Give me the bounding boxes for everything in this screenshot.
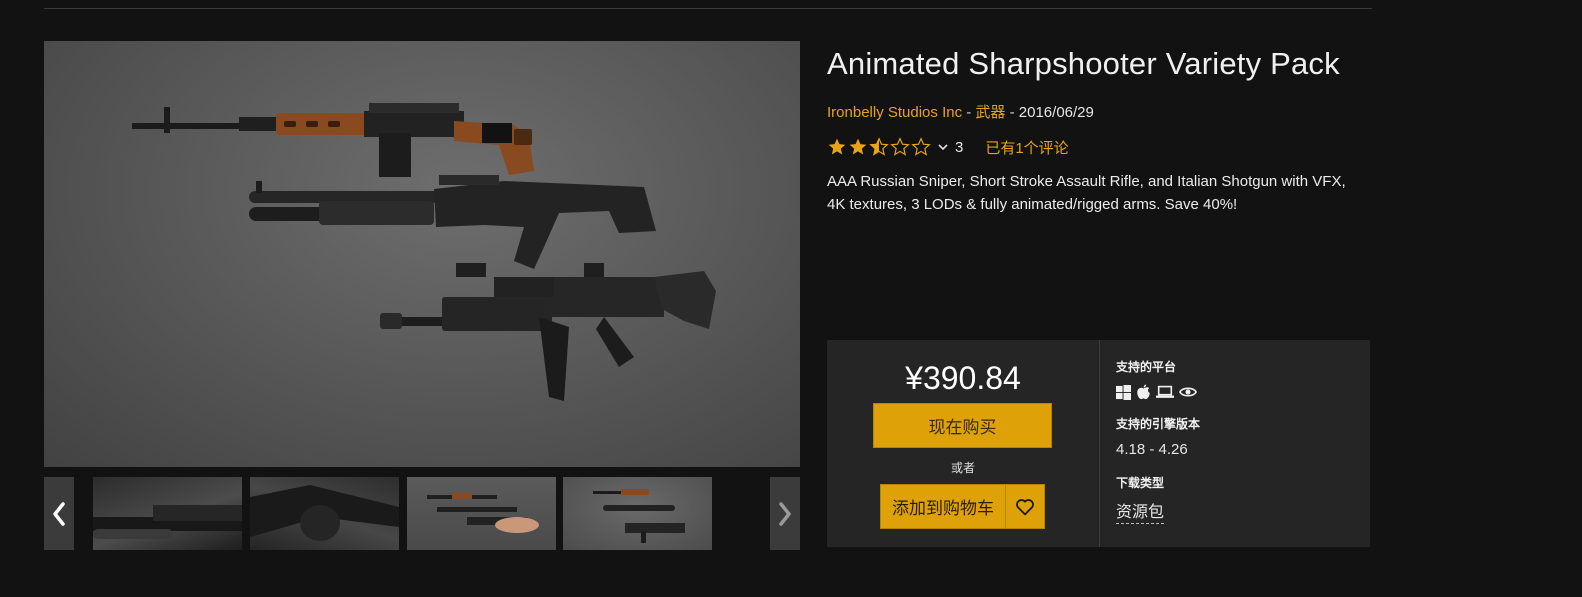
shotgun-illustration (249, 175, 656, 269)
product-hero-image[interactable] (44, 41, 800, 467)
thumbnail-2[interactable] (250, 477, 399, 550)
sniper-rifle-illustration (132, 103, 534, 177)
meta-separator: - (1005, 104, 1019, 121)
add-to-cart-button[interactable]: 添加到购物车 (880, 484, 1006, 529)
top-divider (44, 8, 1372, 9)
download-type-label: 下载类型 (1116, 476, 1165, 490)
panel-divider (1099, 340, 1100, 547)
star-rating[interactable] (827, 137, 931, 157)
gallery-next-button[interactable] (770, 477, 800, 550)
apple-icon (1137, 384, 1150, 400)
gallery-prev-button[interactable] (44, 477, 74, 550)
thumbnail-3[interactable] (407, 477, 556, 550)
product-meta: Ironbelly Studios Inc - 武器 - 2016/06/29 (827, 101, 1094, 122)
rating-count: 3 (955, 138, 964, 156)
category-link[interactable]: 武器 (975, 104, 1005, 121)
heart-icon (1016, 498, 1034, 515)
wishlist-button[interactable] (1005, 484, 1045, 529)
release-date: 2016/06/29 (1018, 104, 1094, 121)
rating-row: 3 已有1个评论 (827, 135, 1069, 159)
thumbnail-2-image (250, 485, 399, 541)
price: ¥390.84 (905, 360, 1021, 396)
eye-icon (1179, 387, 1197, 397)
thumbnail-4-image (593, 489, 685, 543)
product-description: AAA Russian Sniper, Short Stroke Assault… (827, 173, 1346, 213)
purchase-panel: ¥390.84 现在购买 或者 添加到购物车 支持的平台 支持的引擎版本 4.1… (827, 340, 1370, 547)
product-title: Animated Sharpshooter Variety Pack (827, 46, 1340, 81)
windows-icon (1116, 384, 1131, 400)
reviews-link[interactable]: 已有1个评论 (985, 137, 1068, 158)
weapons-illustration (132, 103, 716, 401)
platform-icons (1116, 384, 1197, 400)
meta-separator: - (962, 104, 976, 121)
thumbnail-strip (44, 477, 800, 550)
product-specs: 支持的平台 支持的引擎版本 4.18 - 4.26 下载类型 资源包 (1116, 340, 1366, 547)
thumbnail-1[interactable] (93, 477, 242, 550)
engine-versions-label: 支持的引擎版本 (1116, 417, 1201, 431)
star-full-icon (828, 138, 846, 155)
star-full-icon (849, 138, 867, 155)
engine-versions: 4.18 - 4.26 (1116, 441, 1188, 458)
purchase-actions: ¥390.84 现在购买 或者 添加到购物车 (827, 340, 1099, 547)
chevron-right-icon (779, 501, 791, 526)
or-text: 或者 (950, 461, 975, 475)
star-half-icon (869, 137, 889, 156)
star-empty-icon (890, 137, 910, 156)
buy-now-button[interactable]: 现在购买 (873, 403, 1052, 448)
download-type[interactable]: 资源包 (1116, 498, 1165, 524)
chevron-left-icon (53, 501, 65, 526)
thumbnail-3-image (427, 493, 539, 533)
product-page: Animated Sharpshooter Variety Pack Ironb… (0, 0, 1582, 597)
chevron-down-icon[interactable] (937, 141, 949, 153)
star-empty-icon (911, 137, 931, 156)
thumbnail-4[interactable] (563, 477, 712, 550)
laptop-icon (1156, 385, 1174, 398)
assault-rifle-illustration (380, 263, 716, 401)
thumbnail-1-image (93, 505, 242, 539)
seller-link[interactable]: Ironbelly Studios Inc (827, 104, 962, 121)
platforms-label: 支持的平台 (1116, 360, 1177, 374)
